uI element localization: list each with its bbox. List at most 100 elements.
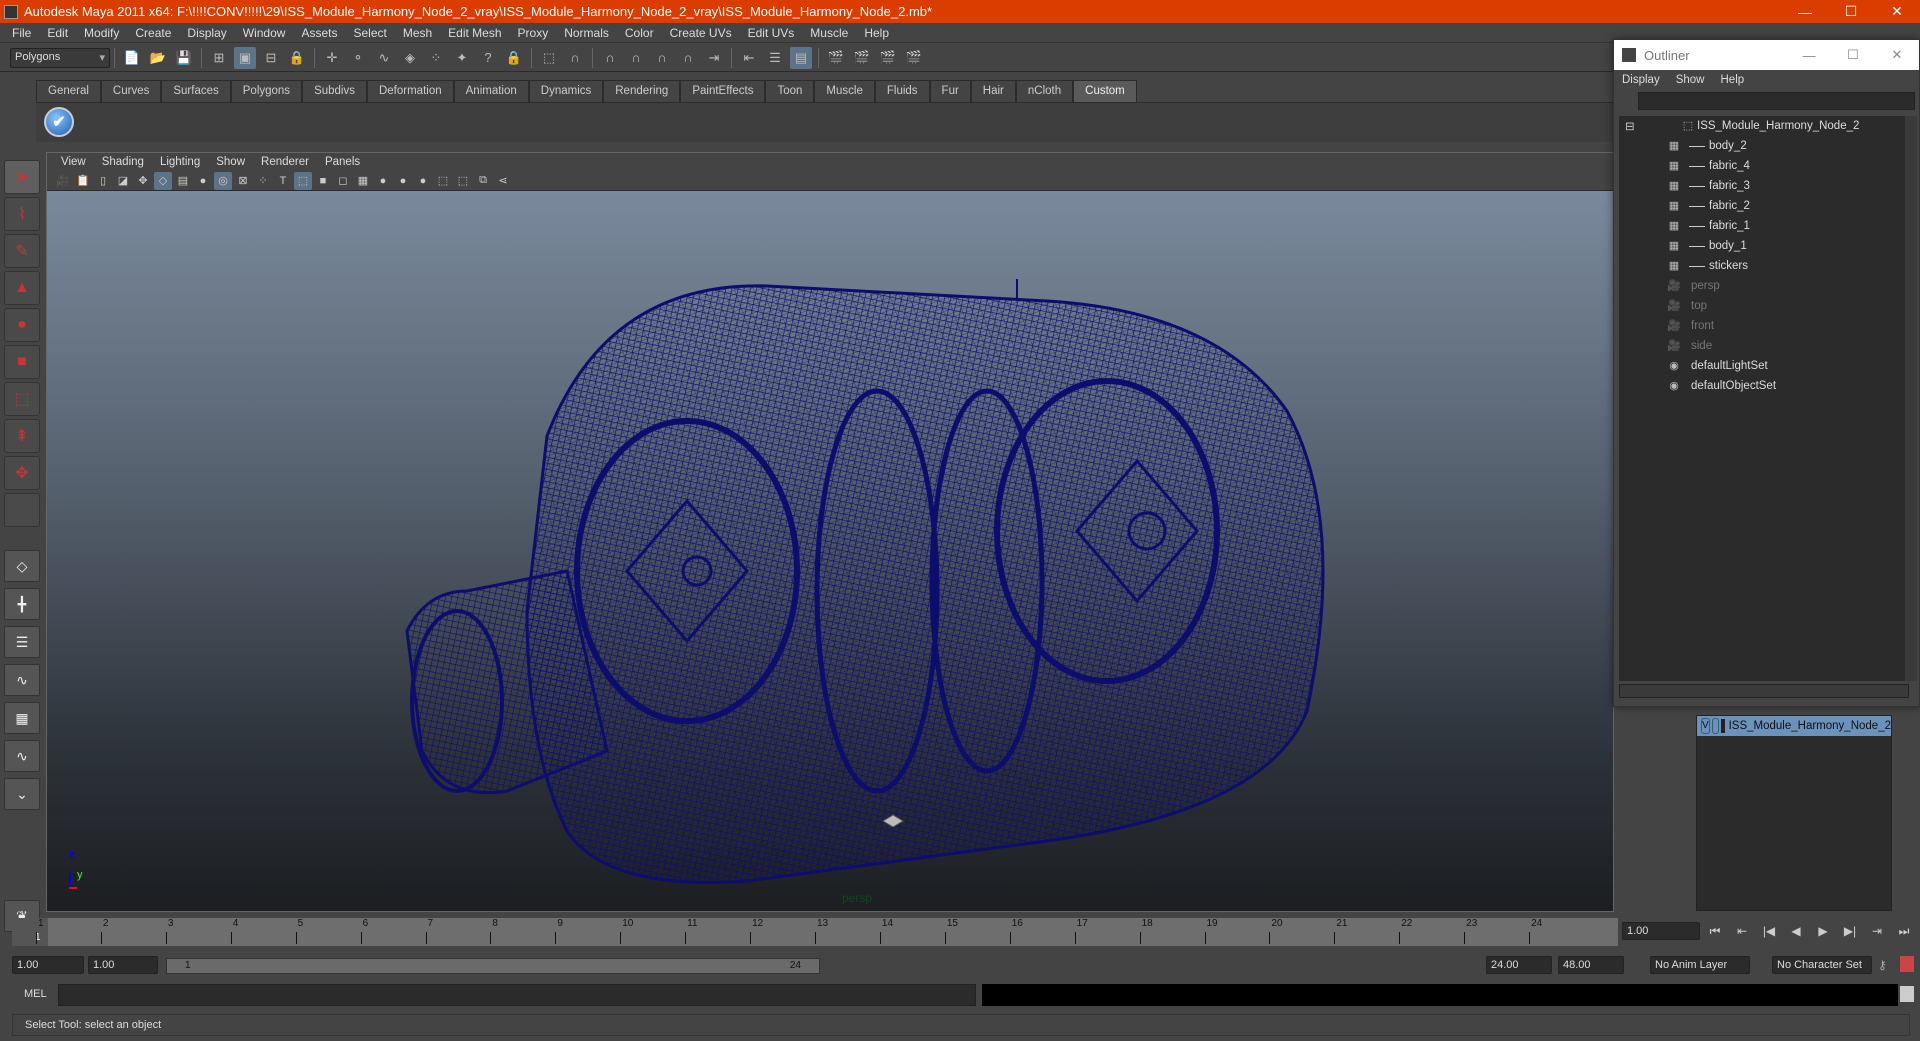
checkmark-shelf-button[interactable]: ✔ (44, 107, 74, 137)
panel-menu-renderer[interactable]: Renderer (253, 156, 317, 168)
save-scene-icon[interactable]: 💾 (173, 47, 195, 69)
outliner-titlebar[interactable]: Outliner — ☐ ✕ (1614, 40, 1919, 70)
step-back-frame-button[interactable]: ⇤ (1731, 924, 1753, 942)
hypershade-persp-layout-icon[interactable]: ▦ (4, 702, 40, 734)
menu-edit[interactable]: Edit (39, 26, 76, 40)
input-ops-icon[interactable]: ⇤ (738, 47, 760, 69)
camera-attributes-icon[interactable]: 📋 (74, 172, 92, 190)
shelf-tab-general[interactable]: General (36, 80, 101, 102)
minimize-button[interactable]: — (1782, 4, 1828, 20)
show-manipulator-tool-icon[interactable]: ✥ (4, 456, 40, 490)
viewport-3d[interactable]: z y persp (47, 191, 1613, 911)
outliner-maximize-button[interactable]: ☐ (1831, 47, 1875, 63)
select-tool-icon[interactable]: ➤ (4, 160, 40, 194)
outliner-item[interactable]: 🎥 side (1619, 336, 1907, 356)
film-gate-icon[interactable]: ▤ (174, 172, 192, 190)
snap-curve-icon[interactable]: ∩ (625, 47, 647, 69)
shelf-tab-hair[interactable]: Hair (970, 80, 1016, 102)
shelf-tab-muscle[interactable]: Muscle (814, 80, 875, 102)
scale-tool-icon[interactable]: ■ (4, 345, 40, 379)
last-tool-icon[interactable] (4, 493, 40, 527)
mel-input[interactable] (58, 984, 976, 1006)
snap-view-plane-icon[interactable]: ∩ (677, 47, 699, 69)
highlight-selection-icon[interactable]: ∩ (564, 47, 586, 69)
outliner-item[interactable]: ▦ fabric_4 (1619, 156, 1907, 176)
playback-end-field[interactable]: 24.00 (1486, 956, 1552, 974)
snap-point-icon[interactable]: ∩ (651, 47, 673, 69)
select-component-icon[interactable]: ⊟ (260, 47, 282, 69)
shelf-tab-dynamics[interactable]: Dynamics (528, 80, 604, 102)
menu-proxy[interactable]: Proxy (510, 26, 557, 40)
outliner-menu-show[interactable]: Show (1676, 74, 1713, 86)
shelf-tab-custom[interactable]: Custom (1073, 80, 1137, 102)
resolution-gate-icon[interactable]: ● (194, 172, 212, 190)
panel-menu-show[interactable]: Show (208, 156, 253, 168)
current-time-field[interactable]: 1.00 (1622, 922, 1700, 940)
shelf-tab-curves[interactable]: Curves (100, 80, 162, 102)
script-editor-icon[interactable] (1900, 986, 1914, 1002)
layer-row[interactable]: V ISS_Module_Harmony_Node_2 (1697, 716, 1891, 736)
outliner-item[interactable]: ⊟ ⬚ ISS_Module_Harmony_Node_2 (1619, 116, 1907, 136)
panel-menu-lighting[interactable]: Lighting (152, 156, 208, 168)
menu-muscle[interactable]: Muscle (802, 26, 856, 40)
outliner-item[interactable]: ▦ body_1 (1619, 236, 1907, 256)
animation-preferences-icon[interactable] (1900, 956, 1914, 972)
select-camera-icon[interactable]: 🎥 (54, 172, 72, 190)
lock-selection-icon[interactable]: 🔒 (286, 47, 308, 69)
mel-label[interactable]: MEL (24, 988, 47, 1000)
layer-type-toggle[interactable] (1711, 718, 1719, 734)
outliner-menu-display[interactable]: Display (1622, 74, 1668, 86)
select-curves-icon[interactable]: ∿ (373, 47, 395, 69)
shelf-tab-animation[interactable]: Animation (453, 80, 529, 102)
playback-start-field[interactable]: 1.00 (88, 956, 158, 974)
menu-create[interactable]: Create (127, 26, 179, 40)
xray-icon[interactable]: ⬚ (454, 172, 472, 190)
menuset-dropdown[interactable]: Polygons (10, 47, 110, 68)
layer-color-swatch[interactable] (1720, 719, 1725, 733)
menu-edit-mesh[interactable]: Edit Mesh (440, 26, 509, 40)
collapse-icon[interactable]: ⊟ (1625, 119, 1635, 133)
textured-icon[interactable]: ▦ (354, 172, 372, 190)
single-perspective-layout-icon[interactable]: ◇ (4, 550, 40, 582)
shelf-tab-surfaces[interactable]: Surfaces (161, 80, 231, 102)
outliner-item[interactable]: 🎥 front (1619, 316, 1907, 336)
menu-normals[interactable]: Normals (556, 26, 617, 40)
close-button[interactable]: ✕ (1874, 3, 1920, 20)
outliner-item[interactable]: ▦ stickers (1619, 256, 1907, 276)
step-forward-key-button[interactable]: ▶| (1839, 924, 1861, 942)
shadows-icon[interactable]: ● (394, 172, 412, 190)
snap-grid-icon[interactable]: ∩ (599, 47, 621, 69)
smooth-shade-all-icon[interactable]: ■ (314, 172, 332, 190)
menu-select[interactable]: Select (345, 26, 394, 40)
shelf-tab-fluids[interactable]: Fluids (874, 80, 930, 102)
outliner-item[interactable]: ▦ fabric_3 (1619, 176, 1907, 196)
menu-window[interactable]: Window (235, 26, 294, 40)
outliner-item[interactable]: ◉ defaultLightSet (1619, 356, 1907, 376)
shelf-tab-rendering[interactable]: Rendering (603, 80, 681, 102)
render-settings-icon[interactable]: 🎬 (903, 47, 925, 69)
start-time-field[interactable]: 1.00 (12, 956, 84, 974)
render-frame-icon[interactable]: 🎬 (851, 47, 873, 69)
play-backwards-button[interactable]: ◀ (1785, 924, 1807, 942)
menu-assets[interactable]: Assets (293, 26, 345, 40)
xray-components-icon[interactable]: ⋖ (494, 172, 512, 190)
maximize-button[interactable]: ☐ (1828, 3, 1874, 20)
menu-modify[interactable]: Modify (76, 26, 127, 40)
shelf-options[interactable] (12, 80, 36, 142)
panel-menu-panels[interactable]: Panels (317, 156, 368, 168)
more-layouts-icon[interactable]: ⌄ (4, 778, 40, 810)
menu-color[interactable]: Color (617, 26, 662, 40)
use-all-lights-icon[interactable]: ● (374, 172, 392, 190)
end-time-field[interactable]: 48.00 (1558, 956, 1624, 974)
step-forward-frame-button[interactable]: ⇥ (1866, 924, 1888, 942)
outliner-item[interactable]: 🎥 persp (1619, 276, 1907, 296)
smooth-shade-selected-icon[interactable]: ◻ (334, 172, 352, 190)
select-misc-icon[interactable]: 🔒 (503, 47, 525, 69)
image-plane-icon[interactable]: ◪ (114, 172, 132, 190)
shelf-tab-polygons[interactable]: Polygons (230, 80, 303, 102)
step-back-key-button[interactable]: |◀ (1758, 924, 1780, 942)
time-slider[interactable]: 1 1 2 3 4 5 6 7 8 9 10 11 12 13 14 15 16 17 18 19 20 21 22 23 2… (12, 918, 1618, 946)
paint-select-tool-icon[interactable]: ✎ (4, 234, 40, 268)
field-chart-icon[interactable]: ⊠ (234, 172, 252, 190)
outliner-menu-help[interactable]: Help (1721, 74, 1753, 86)
